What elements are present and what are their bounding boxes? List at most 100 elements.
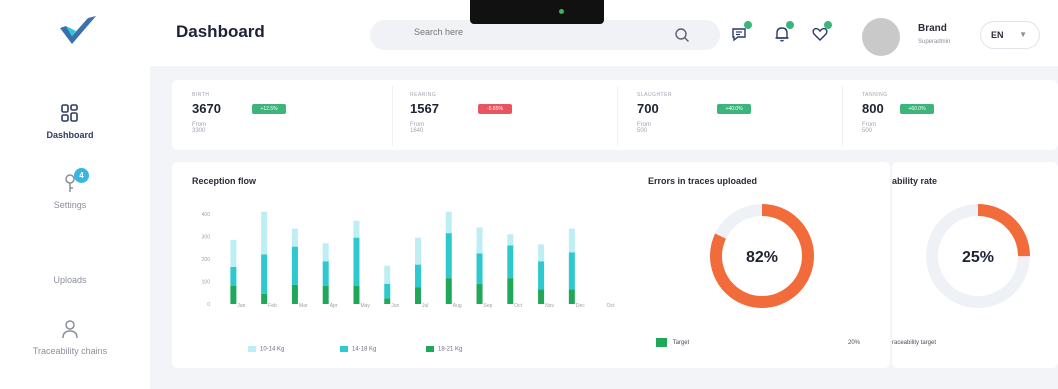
bar-segment[interactable] [322, 286, 329, 304]
x-tick-label: May [360, 303, 370, 309]
y-tick-label: 400 [202, 212, 211, 218]
x-tick-label: Sep [484, 303, 493, 309]
search-icon[interactable] [674, 27, 690, 43]
user-role: Superadmin [918, 39, 951, 45]
bar-segment[interactable] [476, 227, 483, 254]
traceability-card: ability rate 25% raceability target [892, 162, 1058, 368]
bar-segment[interactable] [384, 265, 391, 284]
target-row: Target [656, 338, 689, 347]
stat-change-badge: +12.5% [252, 104, 286, 114]
card-title: ability rate [892, 176, 938, 186]
legend-label: 18-21 Kg [438, 346, 463, 353]
bar-segment[interactable] [261, 254, 268, 294]
language-value: EN [991, 30, 1004, 40]
app-window: Dashboard 4 Settings Uploads Traceabilit… [0, 0, 1058, 389]
bar-segment[interactable] [322, 261, 329, 286]
bar-segment[interactable] [568, 289, 575, 304]
notification-badge: 4 [74, 168, 89, 183]
bar-segment[interactable] [538, 289, 545, 304]
brand-logo[interactable] [58, 14, 98, 50]
stat-previous: From 500 [637, 122, 651, 134]
sidebar-item-label: Uploads [53, 275, 87, 285]
bar-segment[interactable] [230, 266, 237, 286]
bar-segment[interactable] [353, 286, 360, 304]
sidebar-item-label: Traceability chains [32, 346, 108, 356]
x-tick-label: Feb [268, 303, 277, 309]
y-tick-label: 0 [207, 302, 210, 308]
bar-segment[interactable] [568, 252, 575, 290]
donut-percent: 25% [962, 249, 994, 266]
notifications-button[interactable] [772, 21, 794, 44]
bar-segment[interactable] [415, 287, 421, 304]
reception-flow-card: Reception flow 400 300 200 100 0 Jan Feb Mar Apr… [172, 162, 642, 368]
bar-segment[interactable] [230, 286, 237, 304]
donut-percent: 82% [746, 249, 778, 266]
traceability-donut: 25% [926, 204, 1030, 308]
stat-value: 700 [637, 101, 659, 116]
sidebar: Dashboard 4 Settings Uploads Traceabilit… [0, 0, 150, 389]
x-tick-label: Jan [237, 303, 245, 309]
status-dot [824, 21, 832, 29]
bar-segment[interactable] [230, 239, 237, 267]
legend-swatch [426, 346, 434, 352]
bar-segment[interactable] [291, 246, 298, 285]
bar-segment[interactable] [353, 237, 360, 286]
bar-segment[interactable] [415, 237, 421, 265]
legend-item: 10-14 Kg [248, 346, 284, 353]
legend-item: 14-18 Kg [340, 346, 376, 353]
bar-segment[interactable] [291, 228, 298, 247]
search-bar[interactable] [370, 20, 720, 50]
card-title: Errors in traces uploaded [648, 176, 758, 186]
bar-segment[interactable] [507, 245, 514, 279]
stat-change-badge: -5.85% [478, 104, 512, 114]
card-title: Reception flow [192, 176, 257, 186]
bar-segment[interactable] [445, 233, 452, 279]
stat-value: 3670 [192, 101, 221, 116]
y-tick-label: 100 [202, 280, 211, 286]
bar-segment[interactable] [261, 293, 268, 304]
bar-segment[interactable] [384, 283, 391, 299]
bar-segment[interactable] [538, 244, 545, 262]
legend-swatch [248, 346, 256, 352]
bar-segment[interactable] [445, 278, 452, 304]
status-dot [744, 21, 752, 29]
messages-button[interactable] [730, 21, 752, 44]
sidebar-item-dashboard[interactable]: Dashboard [0, 102, 140, 140]
bar-segment[interactable] [538, 261, 545, 290]
user-name: Brand [918, 23, 947, 34]
bar-segment[interactable] [507, 278, 514, 304]
bar-segment[interactable] [261, 211, 268, 255]
stat-label: REARING [410, 92, 437, 98]
bar-segment[interactable] [476, 253, 483, 284]
legend-label: 14-18 Kg [352, 346, 377, 353]
x-tick-label: Mar [299, 303, 308, 309]
bar-segment[interactable] [507, 234, 514, 246]
favorites-button[interactable] [810, 21, 832, 44]
sidebar-item-settings[interactable]: 4 Settings [0, 168, 140, 210]
bar-segment[interactable] [353, 220, 360, 238]
stat-previous: From 3300 [192, 122, 206, 134]
divider [392, 86, 393, 146]
reception-flow-chart: 400 300 200 100 0 Jan Feb Mar Apr May Jun Jul Aug Sep… [202, 211, 615, 309]
stat-label: TANNING [862, 92, 888, 98]
main-content: Dashboard Search here Brand Superadmin E… [150, 0, 1058, 389]
user-icon [62, 320, 78, 339]
bar-segment[interactable] [476, 283, 483, 304]
sidebar-item-uploads[interactable]: Uploads [0, 275, 140, 285]
bar-segment[interactable] [415, 264, 421, 288]
bar-segment[interactable] [568, 228, 575, 253]
avatar[interactable] [862, 18, 900, 56]
bar-segment[interactable] [384, 298, 391, 304]
language-select[interactable]: EN ▼ [980, 21, 1040, 49]
x-tick-label: Dec [576, 303, 585, 309]
x-tick-label: Nov [545, 303, 554, 309]
status-dot [786, 21, 794, 29]
bar-segment[interactable] [291, 284, 298, 304]
search-input[interactable] [414, 27, 654, 37]
legend-item: 18-21 Kg [426, 346, 462, 353]
target-swatch [656, 338, 667, 347]
bar-segment[interactable] [445, 211, 452, 234]
bar-segment[interactable] [322, 243, 329, 262]
sidebar-item-traceability-chains[interactable]: Traceability chains [0, 318, 140, 356]
stat-previous: From 500 [862, 122, 876, 134]
